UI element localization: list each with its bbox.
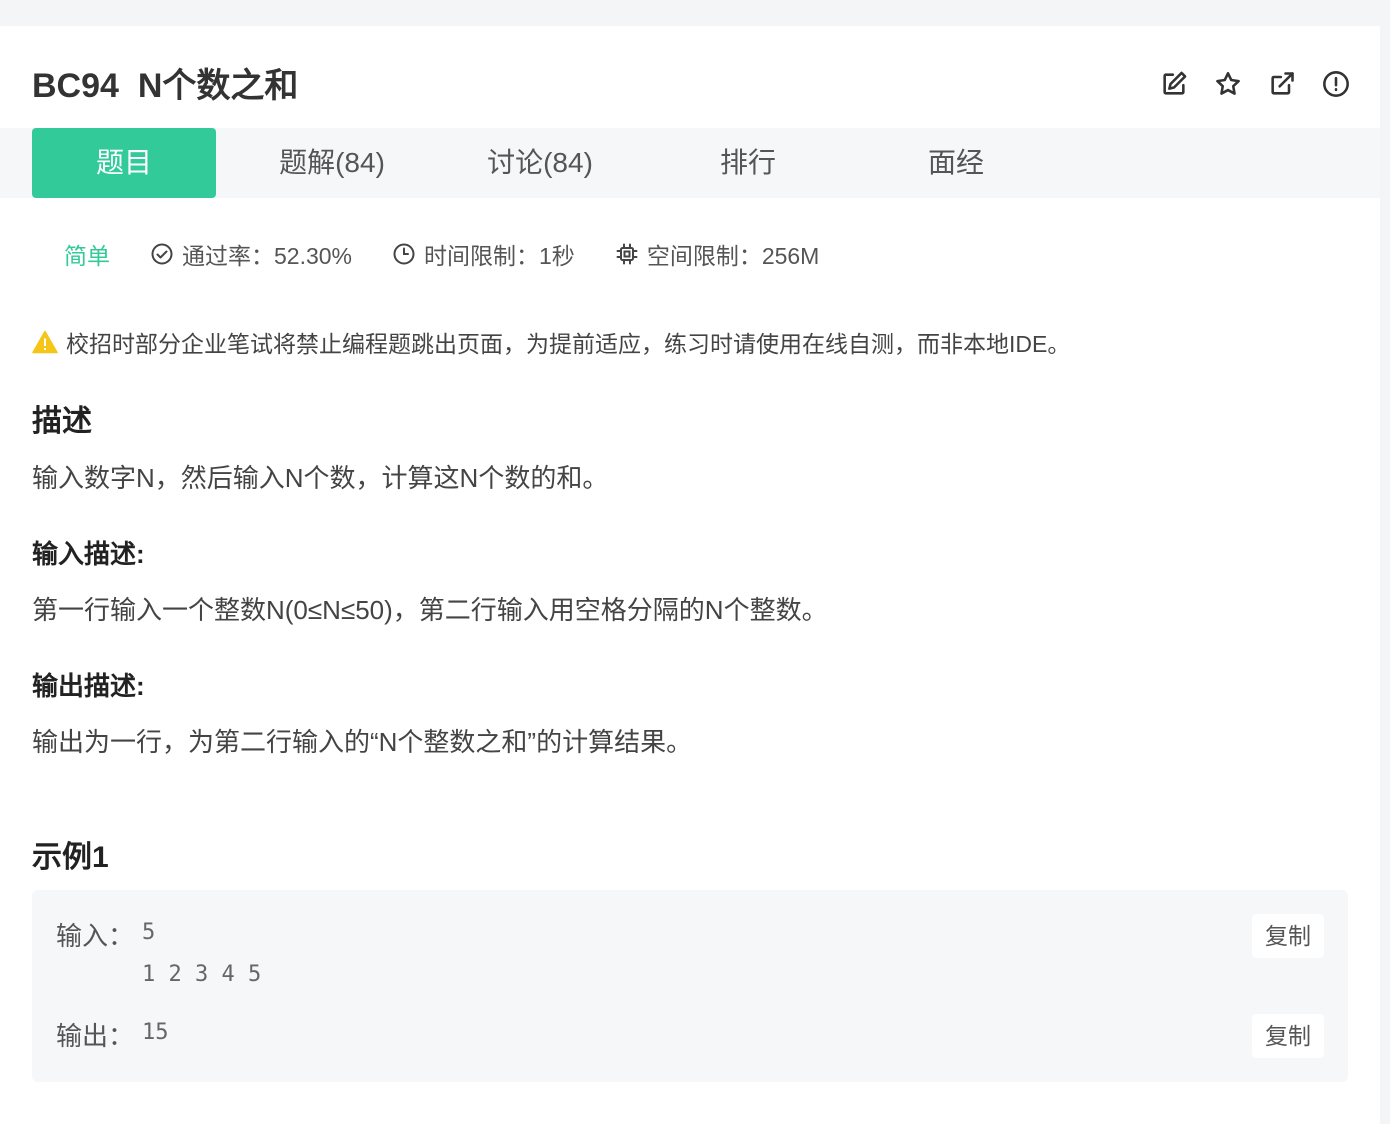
title-actions [1158,68,1352,100]
space-limit-text: 空间限制：256M [646,243,820,269]
tab-interview[interactable]: 面经 [864,128,1048,198]
tab-discussion[interactable]: 讨论(84) [448,128,632,198]
favorite-button[interactable] [1212,68,1244,100]
example-output-label: 输出： [56,1021,135,1051]
pass-rate: 通过率：52.30% [150,237,352,271]
example-input-line1: 5 [142,920,156,945]
example-heading: 示例1 [32,841,109,874]
tab-bar: 题目 题解(84) 讨论(84) 排行 面经 [0,128,1380,198]
share-button[interactable] [1266,68,1298,100]
space-limit: 空间限制：256M [615,237,820,271]
copy-input-button[interactable]: 复制 [1252,914,1324,958]
edit-icon [1163,71,1187,95]
tab-problem[interactable]: 题目 [32,128,216,198]
report-icon [1323,71,1349,97]
problem-panel: BC94 N个数之和 题目 题解(84) 讨论(84) 排行 面经 简单 通过率… [0,26,1380,1124]
tab-solutions[interactable]: 题解(84) [240,128,424,198]
star-icon [1216,71,1240,95]
notice-text: 校招时部分企业笔试将禁止编程题跳出页面，为提前适应，练习时请使用在线自测，而非本… [66,331,1071,357]
output-desc-heading: 输出描述: [32,671,145,701]
example-box: 输入： 5 1 2 3 4 5 复制 输出： 15 复制 [32,890,1348,1082]
title-row: BC94 N个数之和 [32,62,1352,110]
page-title: BC94 N个数之和 [32,67,299,105]
problem-meta: 简单 通过率：52.30% 时间限制：1秒 空间限制：256M [64,236,859,272]
warning-icon [32,330,58,354]
example-output-value: 15 [142,1020,169,1045]
report-button[interactable] [1320,68,1352,100]
chip-icon [616,243,638,265]
copy-output-button[interactable]: 复制 [1252,1014,1324,1058]
example-input-label: 输入： [56,921,135,951]
time-limit-text: 时间限制：1秒 [424,243,575,269]
input-desc-text: 第一行输入一个整数N(0≤N≤50)，第二行输入用空格分隔的N个整数。 [32,595,828,625]
pass-rate-text: 通过率：52.30% [182,243,353,269]
check-circle-icon [151,243,173,265]
clock-icon [393,243,415,265]
edit-button[interactable] [1158,68,1190,100]
top-strip [0,0,1390,26]
time-limit: 时间限制：1秒 [392,237,575,271]
tab-ranking[interactable]: 排行 [656,128,840,198]
share-icon [1271,72,1294,95]
exam-notice: 校招时部分企业笔试将禁止编程题跳出页面，为提前适应，练习时请使用在线自测，而非本… [32,324,1070,360]
difficulty-badge: 简单 [64,243,110,269]
description-heading: 描述 [32,405,92,438]
example-input-line2: 1 2 3 4 5 [142,962,262,987]
output-desc-text: 输出为一行，为第二行输入的“N个整数之和”的计算结果。 [32,727,693,757]
input-desc-heading: 输入描述: [32,539,145,569]
description-text: 输入数字N，然后输入N个数，计算这N个数的和。 [32,463,609,493]
